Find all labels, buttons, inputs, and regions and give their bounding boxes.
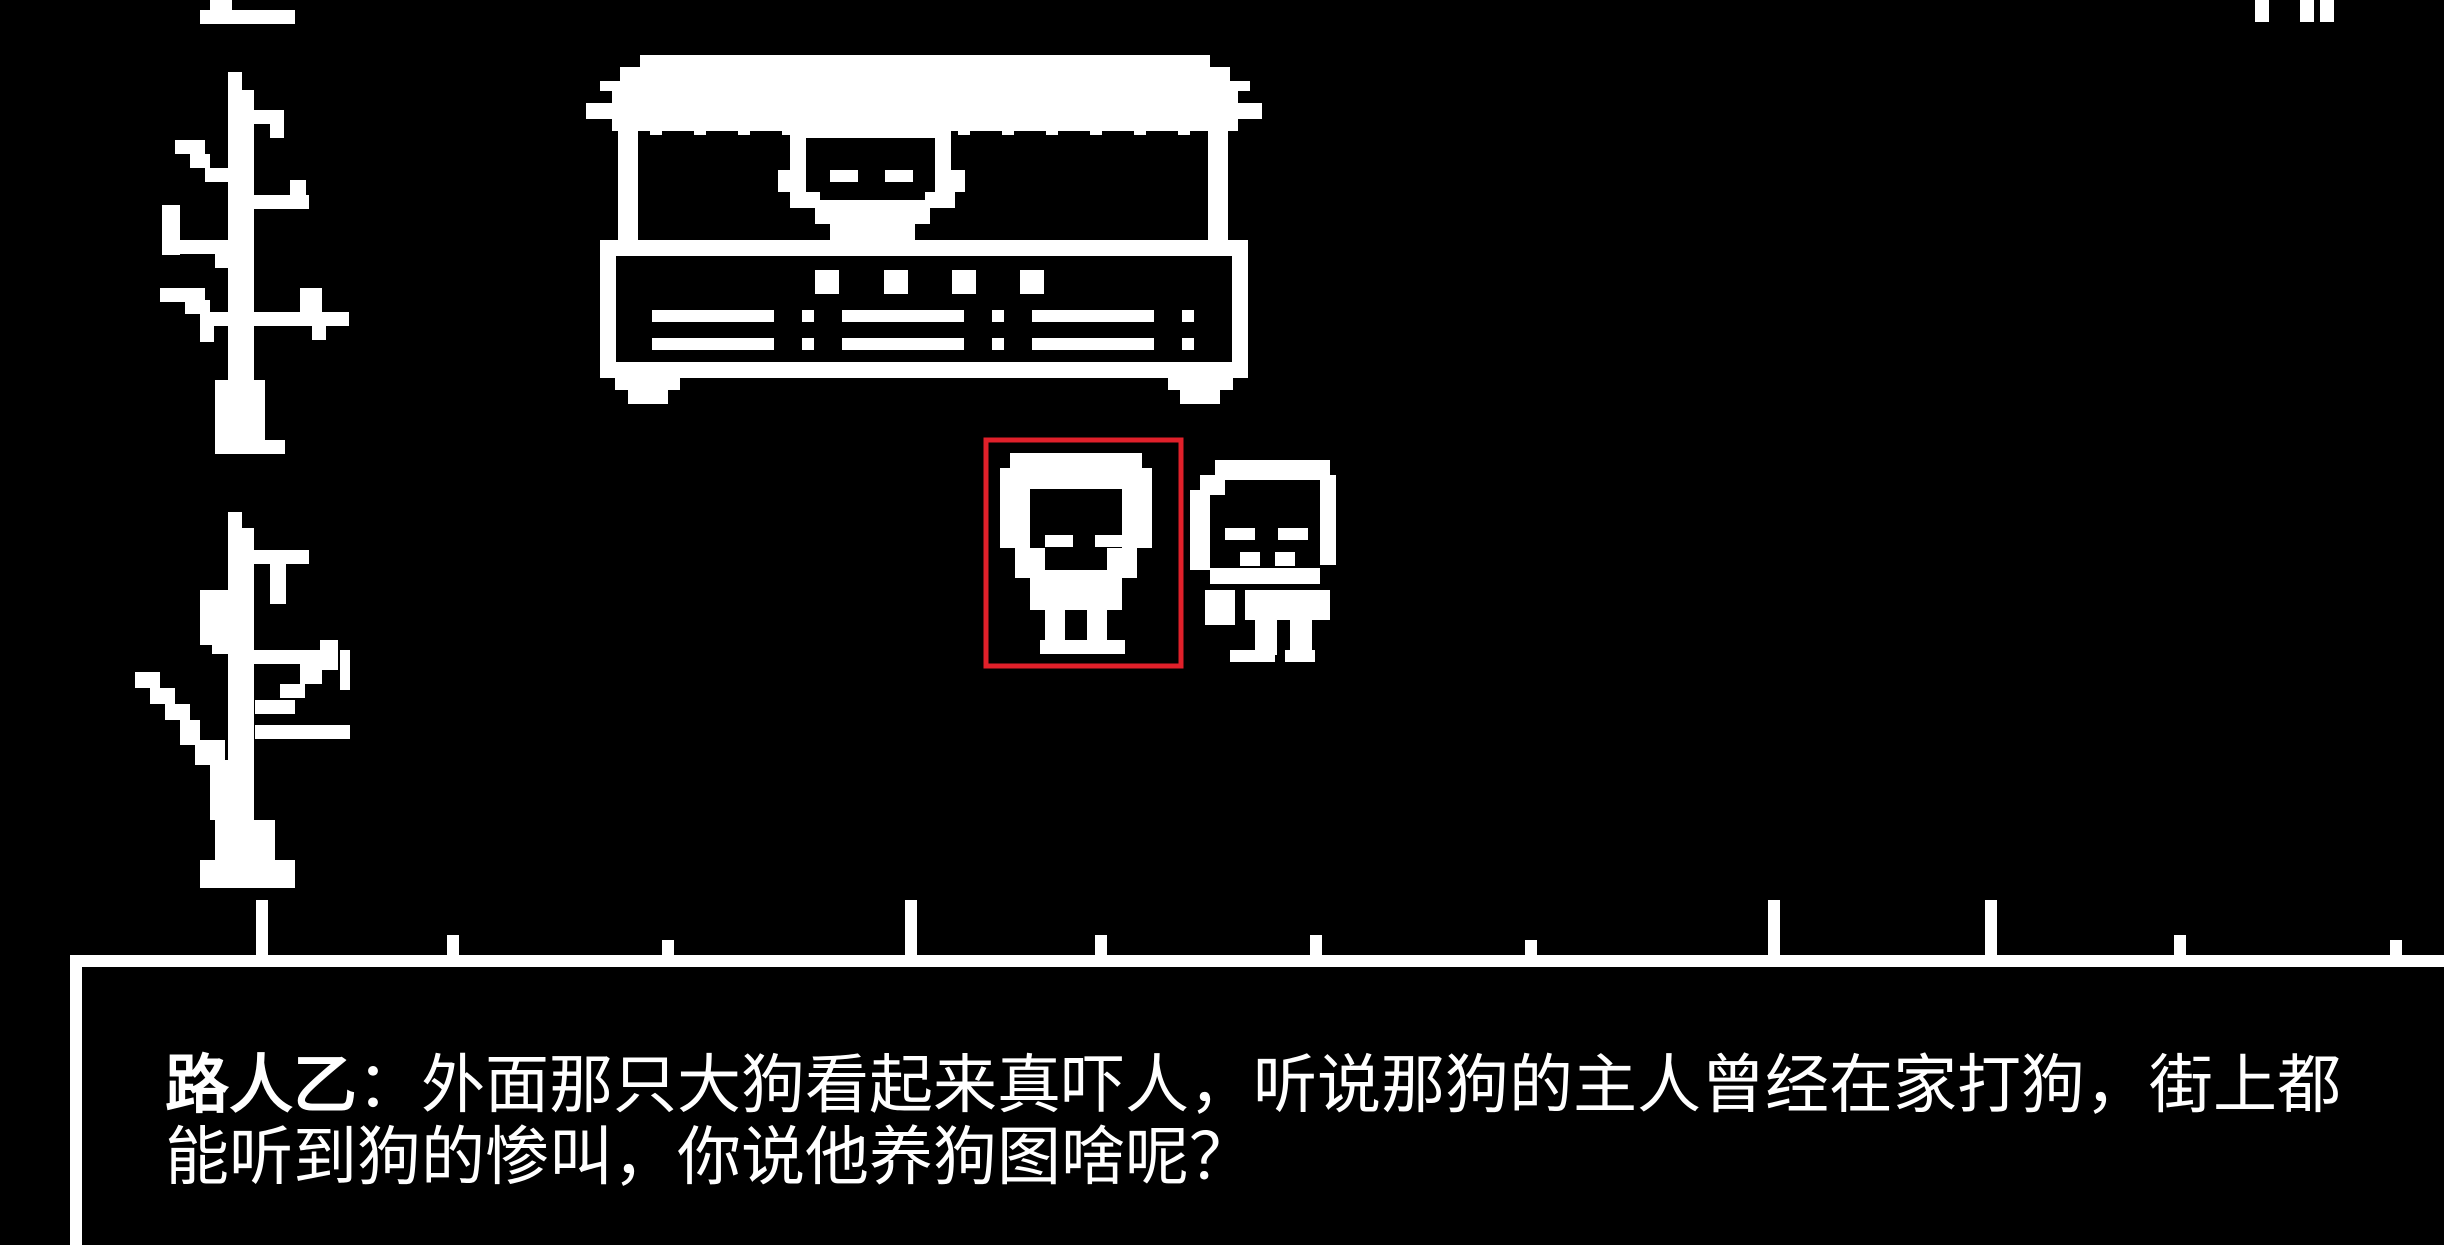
speaker-separator: ： — [357, 1049, 421, 1123]
dialog-text: 路人乙：外面那只大狗看起来真吓人，听说那狗的主人曾经在家打狗，街上都能听到狗的惨… — [165, 1050, 2365, 1194]
dialog-line: 外面那只大狗看起来真吓人，听说那狗的主人曾经在家打狗，街上都能听到狗的惨叫，你说… — [165, 1049, 2341, 1195]
speaker-name: 路人乙 — [165, 1049, 357, 1123]
